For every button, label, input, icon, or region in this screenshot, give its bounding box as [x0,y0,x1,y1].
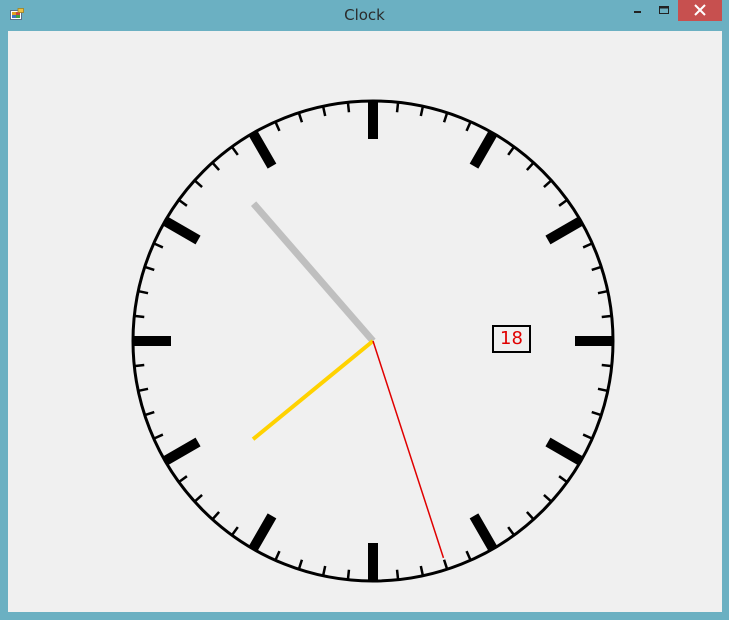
minute-tick [138,387,149,392]
minute-tick [558,475,568,483]
minute-tick [231,526,239,536]
hour-hand [250,201,376,344]
minute-tick [178,475,188,483]
hour-tick [249,131,277,169]
client-area: 18 [8,31,722,612]
clock-window: Clock 18 [0,0,729,620]
title-bar[interactable]: Clock [0,0,729,31]
minute-tick [419,565,424,576]
second-hand [372,340,445,559]
minute-tick [346,569,351,579]
minimize-button[interactable] [625,0,651,21]
close-button[interactable] [678,0,722,21]
maximize-button[interactable] [651,0,677,21]
hour-tick [545,217,583,245]
minute-tick [145,265,155,272]
analog-clock [131,99,615,583]
minute-tick [145,410,155,417]
minute-tick [274,122,281,132]
minimize-icon [634,11,641,13]
minute-tick [297,113,304,123]
minute-tick [395,103,400,113]
minute-tick [212,511,221,520]
close-icon [694,4,706,16]
date-display: 18 [492,325,531,353]
minute-tick [582,242,592,249]
minute-tick [507,526,515,536]
hour-tick [163,217,201,245]
minute-tick [154,242,164,249]
minute-tick [322,106,327,117]
minute-tick [442,559,449,569]
minute-tick [601,363,611,368]
minute-tick [194,180,203,189]
hour-tick [249,513,277,551]
minute-tick [601,314,611,319]
window-title: Clock [344,6,385,24]
minute-hand [251,339,375,441]
minute-tick [543,180,552,189]
hour-tick [163,437,201,465]
minute-tick [297,559,304,569]
minute-tick [138,290,149,295]
minute-tick [525,511,534,520]
minute-tick [582,433,592,440]
minute-tick [543,493,552,502]
minute-tick [442,113,449,123]
minute-tick [591,265,601,272]
minute-tick [395,569,400,579]
hour-tick [469,513,497,551]
minute-tick [322,565,327,576]
minute-tick [507,146,515,156]
minute-tick [346,103,351,113]
minute-tick [212,162,221,171]
maximize-icon [659,6,669,14]
minute-tick [274,550,281,560]
minute-tick [419,106,424,117]
minute-tick [597,387,608,392]
minute-tick [597,290,608,295]
minute-tick [154,433,164,440]
minute-tick [135,363,145,368]
minute-tick [231,146,239,156]
minute-tick [591,410,601,417]
minute-tick [178,199,188,207]
minute-tick [465,122,472,132]
hour-tick [545,437,583,465]
minute-tick [135,314,145,319]
minute-tick [194,493,203,502]
minute-tick [558,199,568,207]
minute-tick [465,550,472,560]
hour-tick [469,131,497,169]
minute-tick [525,162,534,171]
